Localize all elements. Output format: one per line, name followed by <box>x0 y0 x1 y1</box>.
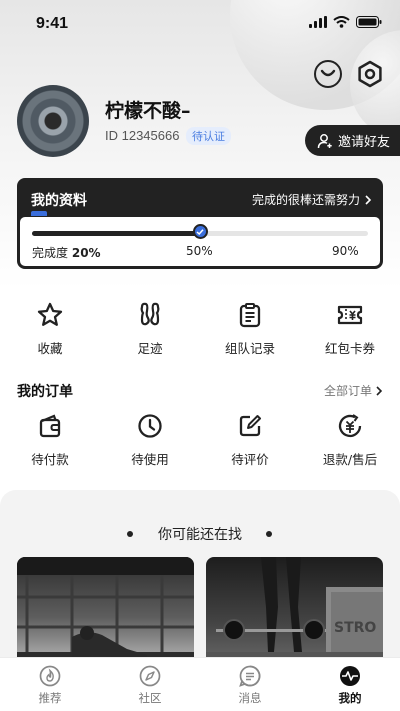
all-orders-label: 全部订单 <box>323 384 372 398</box>
menu-coupons[interactable]: 红包卡券 <box>300 300 400 357</box>
menu-team-records[interactable]: 组队记录 <box>200 300 300 357</box>
card-tip-label: 完成的很棒还需努力 <box>251 193 360 207</box>
wifi-icon <box>333 16 350 28</box>
orders-title: 我的订单 <box>17 384 73 400</box>
quick-menu: 收藏 足迹 组队记录 红包卡券 <box>0 300 400 357</box>
completion-value: 20% <box>71 246 101 260</box>
chevron-right-icon <box>376 385 383 396</box>
settings-button[interactable] <box>356 60 384 88</box>
title-dot <box>266 531 272 537</box>
chevron-right-icon <box>365 194 372 205</box>
service-icon[interactable] <box>314 60 342 88</box>
menu-label: 组队记录 <box>224 341 275 356</box>
status-time: 9:41 <box>36 15 69 32</box>
order-pending-payment[interactable]: 待付款 <box>0 411 100 468</box>
menu-label: 收藏 <box>37 341 63 356</box>
menu-favorites[interactable]: 收藏 <box>0 300 100 357</box>
completion-text: 完成度 <box>32 246 69 260</box>
card-tip[interactable]: 完成的很棒还需努力 <box>252 191 372 208</box>
order-label: 待使用 <box>131 452 169 467</box>
invite-label: 邀请好友 <box>338 135 391 150</box>
card-title: 我的资料 <box>31 193 87 209</box>
battery-icon <box>356 16 382 28</box>
footprint-icon <box>140 302 160 326</box>
gym-window-photo <box>17 557 194 667</box>
add-user-icon <box>317 133 332 148</box>
tab-messages[interactable]: 消息 <box>200 658 300 711</box>
status-icons <box>309 16 382 28</box>
order-label: 待评价 <box>231 452 269 467</box>
profile-pulse-icon <box>340 666 360 686</box>
order-label: 退款/售后 <box>322 452 378 467</box>
tab-label: 消息 <box>238 691 262 705</box>
tab-label: 社区 <box>138 691 162 705</box>
recommend-card[interactable]: STRO <box>206 557 383 667</box>
order-menu: 待付款 待使用 待评价 退款/售后 <box>0 411 400 468</box>
tab-label: 推荐 <box>38 691 62 705</box>
menu-footprints[interactable]: 足迹 <box>100 300 200 357</box>
progress-fill <box>32 231 200 236</box>
tab-mine[interactable]: 我的 <box>300 658 400 711</box>
refund-icon <box>338 414 362 438</box>
check-icon <box>196 228 204 235</box>
verify-badge[interactable]: 待认证 <box>186 127 231 145</box>
tab-bar: 推荐 社区 消息 我的 <box>0 657 400 711</box>
gym-barbell-photo: STRO <box>206 557 383 667</box>
wallet-icon <box>39 414 61 438</box>
smile-icon <box>320 69 336 77</box>
user-id: ID 12345666 <box>105 128 180 143</box>
menu-label: 足迹 <box>137 341 163 356</box>
clipboard-icon <box>239 303 261 328</box>
mid-mark: 50% <box>186 244 213 258</box>
fire-icon <box>39 665 61 687</box>
recommend-card[interactable] <box>17 557 194 667</box>
message-icon <box>239 665 261 687</box>
order-to-review[interactable]: 待评价 <box>200 411 300 468</box>
avatar[interactable] <box>17 85 89 157</box>
recommend-title: 你可能还在找 <box>158 527 242 543</box>
tab-label: 我的 <box>338 691 362 705</box>
tab-community[interactable]: 社区 <box>100 658 200 711</box>
order-refund[interactable]: 退款/售后 <box>300 411 400 468</box>
coupon-icon <box>337 305 363 325</box>
end-mark: 90% <box>332 244 359 258</box>
order-label: 待付款 <box>31 452 69 467</box>
edit-icon <box>239 415 261 437</box>
invite-friends-button[interactable]: 邀请好友 <box>305 125 400 156</box>
all-orders-link[interactable]: 全部订单 <box>324 382 383 399</box>
menu-label: 红包卡券 <box>324 341 375 356</box>
compass-icon <box>139 665 161 687</box>
signal-icon <box>309 16 327 28</box>
completion-label: 完成度 20% <box>32 244 101 261</box>
star-icon <box>37 302 63 326</box>
gear-icon <box>358 60 382 88</box>
status-bar: 9:41 <box>0 0 400 44</box>
order-to-use[interactable]: 待使用 <box>100 411 200 468</box>
username: 柠檬不酸– <box>105 100 191 122</box>
tab-recommend[interactable]: 推荐 <box>0 658 100 711</box>
svg-text:STRO: STRO <box>334 620 376 636</box>
progress-knob[interactable] <box>192 224 208 239</box>
clock-icon <box>138 414 162 438</box>
